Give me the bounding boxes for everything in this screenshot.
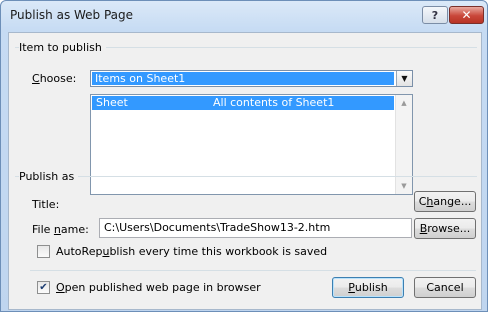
browse-button-accel: B xyxy=(419,222,428,235)
change-button[interactable]: Ch ange... xyxy=(414,191,476,212)
change-button-label-rest: ange... xyxy=(433,195,472,208)
browse-button[interactable]: Browse... xyxy=(414,218,476,239)
open-in-browser-label[interactable]: Open published web page in browser xyxy=(56,281,261,294)
browse-button-label: rowse... xyxy=(427,222,471,235)
autorepublish-checkbox[interactable] xyxy=(37,245,50,258)
checkmark-icon: ✔ xyxy=(39,281,48,293)
scroll-down-arrow-icon[interactable]: ▼ xyxy=(396,178,412,194)
list-item-name: Sheet xyxy=(96,96,128,109)
file-name-input[interactable]: C:\Users\Documents\TradeShow13-2.htm xyxy=(99,218,412,238)
autorepublish-label[interactable]: AutoRepublish every time this workbook i… xyxy=(56,245,327,258)
scroll-up-arrow-icon[interactable]: ▲ xyxy=(396,95,412,111)
question-mark-icon: ? xyxy=(431,8,439,22)
publish-button-label: ublish xyxy=(354,281,388,294)
publish-button[interactable]: Publish xyxy=(332,277,404,298)
dropdown-arrow-button[interactable]: ▼ xyxy=(396,71,412,86)
help-button[interactable]: ? xyxy=(422,6,448,24)
vertical-scrollbar[interactable]: ▲ ▼ xyxy=(395,95,412,194)
file-name-label: File name: xyxy=(32,223,89,236)
item-to-publish-label: Item to publish xyxy=(19,41,106,54)
choose-dropdown[interactable]: Items on Sheet1 ▼ xyxy=(90,70,413,87)
change-button-label: C xyxy=(418,195,427,208)
change-button-accel: h xyxy=(426,195,434,208)
chevron-down-icon: ▼ xyxy=(401,74,408,83)
publish-as-web-page-dialog: Publish as Web Page ? ✕ Item to publish … xyxy=(0,0,488,312)
group-divider xyxy=(15,176,477,177)
title-label: Title: xyxy=(32,198,60,211)
title-bar[interactable]: Publish as Web Page ? ✕ xyxy=(1,1,487,31)
items-listbox[interactable]: Sheet All contents of Sheet1 ▲ ▼ xyxy=(90,94,413,195)
footer-separator xyxy=(30,270,476,271)
open-in-browser-checkbox[interactable]: ✔ xyxy=(37,281,50,294)
choose-selected-value: Items on Sheet1 xyxy=(92,72,394,85)
cancel-button-label: Cancel xyxy=(426,281,464,294)
list-item-description: All contents of Sheet1 xyxy=(213,96,335,109)
window-title: Publish as Web Page xyxy=(10,8,134,22)
publish-button-accel: P xyxy=(348,281,355,294)
list-item[interactable]: Sheet All contents of Sheet1 xyxy=(92,96,394,110)
publish-as-label: Publish as xyxy=(19,170,79,183)
close-button[interactable]: ✕ xyxy=(449,6,484,24)
close-icon: ✕ xyxy=(461,8,472,22)
choose-label: Choose: xyxy=(32,72,77,85)
cancel-button[interactable]: Cancel xyxy=(414,277,476,298)
dialog-body: Item to publish Choose: Items on Sheet1 … xyxy=(8,32,482,310)
